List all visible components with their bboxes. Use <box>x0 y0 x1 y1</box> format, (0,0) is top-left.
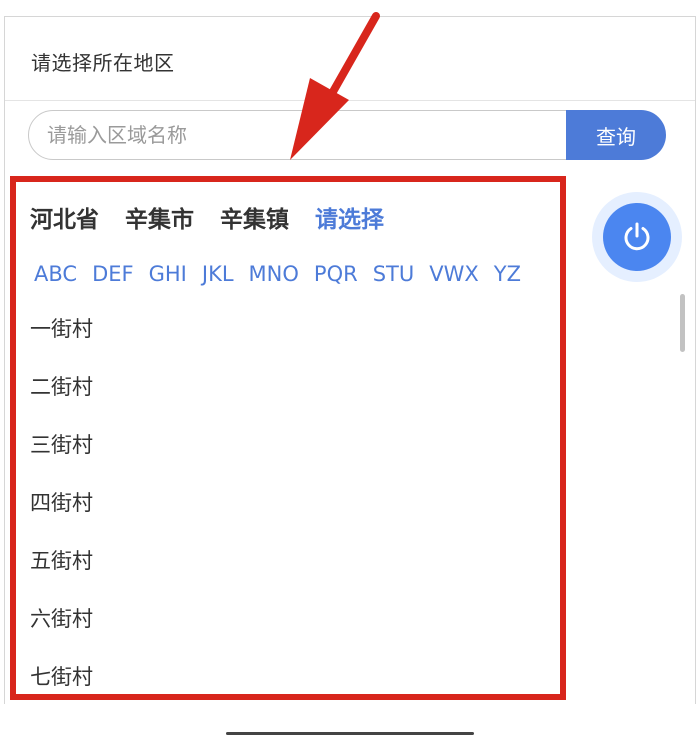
alpha-tab[interactable]: YZ <box>494 262 521 286</box>
power-icon <box>624 222 650 251</box>
village-list: 一街村 二街村 三街村 四街村 五街村 六街村 七街村 <box>30 310 93 716</box>
scrollbar-thumb[interactable] <box>680 294 685 352</box>
alpha-tab[interactable]: PQR <box>314 262 358 286</box>
alpha-tab[interactable]: VWX <box>429 262 479 286</box>
alpha-tab[interactable]: STU <box>373 262 415 286</box>
crumb-province[interactable]: 河北省 <box>30 200 99 234</box>
title-divider <box>5 100 695 101</box>
home-indicator <box>226 732 474 735</box>
crumb-town[interactable]: 辛集镇 <box>220 200 289 234</box>
alpha-tab[interactable]: DEF <box>92 262 134 286</box>
crumb-city[interactable]: 辛集市 <box>125 200 194 234</box>
village-item[interactable]: 一街村 <box>30 310 93 368</box>
region-search-input[interactable] <box>28 110 568 160</box>
page: 请选择所在地区 查询 河北省 辛集市 辛集镇 请选择 ABC DEF GHI J… <box>0 0 700 750</box>
village-item[interactable]: 六街村 <box>30 600 93 658</box>
region-selection-panel: 河北省 辛集市 辛集镇 请选择 ABC DEF GHI JKL MNO PQR … <box>10 176 566 700</box>
alphabet-index: ABC DEF GHI JKL MNO PQR STU VWX YZ <box>34 262 521 286</box>
alpha-tab[interactable]: JKL <box>202 262 234 286</box>
bottom-strip <box>0 704 700 750</box>
village-item[interactable]: 二街村 <box>30 368 93 426</box>
breadcrumb: 河北省 辛集市 辛集镇 请选择 <box>30 200 384 234</box>
village-item[interactable]: 四街村 <box>30 484 93 542</box>
village-item[interactable]: 三街村 <box>30 426 93 484</box>
alpha-tab[interactable]: ABC <box>34 262 77 286</box>
alpha-tab[interactable]: GHI <box>149 262 187 286</box>
village-item[interactable]: 五街村 <box>30 542 93 600</box>
alpha-tab[interactable]: MNO <box>249 262 299 286</box>
dialog-title: 请选择所在地区 <box>31 51 175 75</box>
crumb-select-prompt[interactable]: 请选择 <box>315 200 384 234</box>
search-button[interactable]: 查询 <box>566 110 666 160</box>
floating-power-button[interactable] <box>603 203 671 271</box>
